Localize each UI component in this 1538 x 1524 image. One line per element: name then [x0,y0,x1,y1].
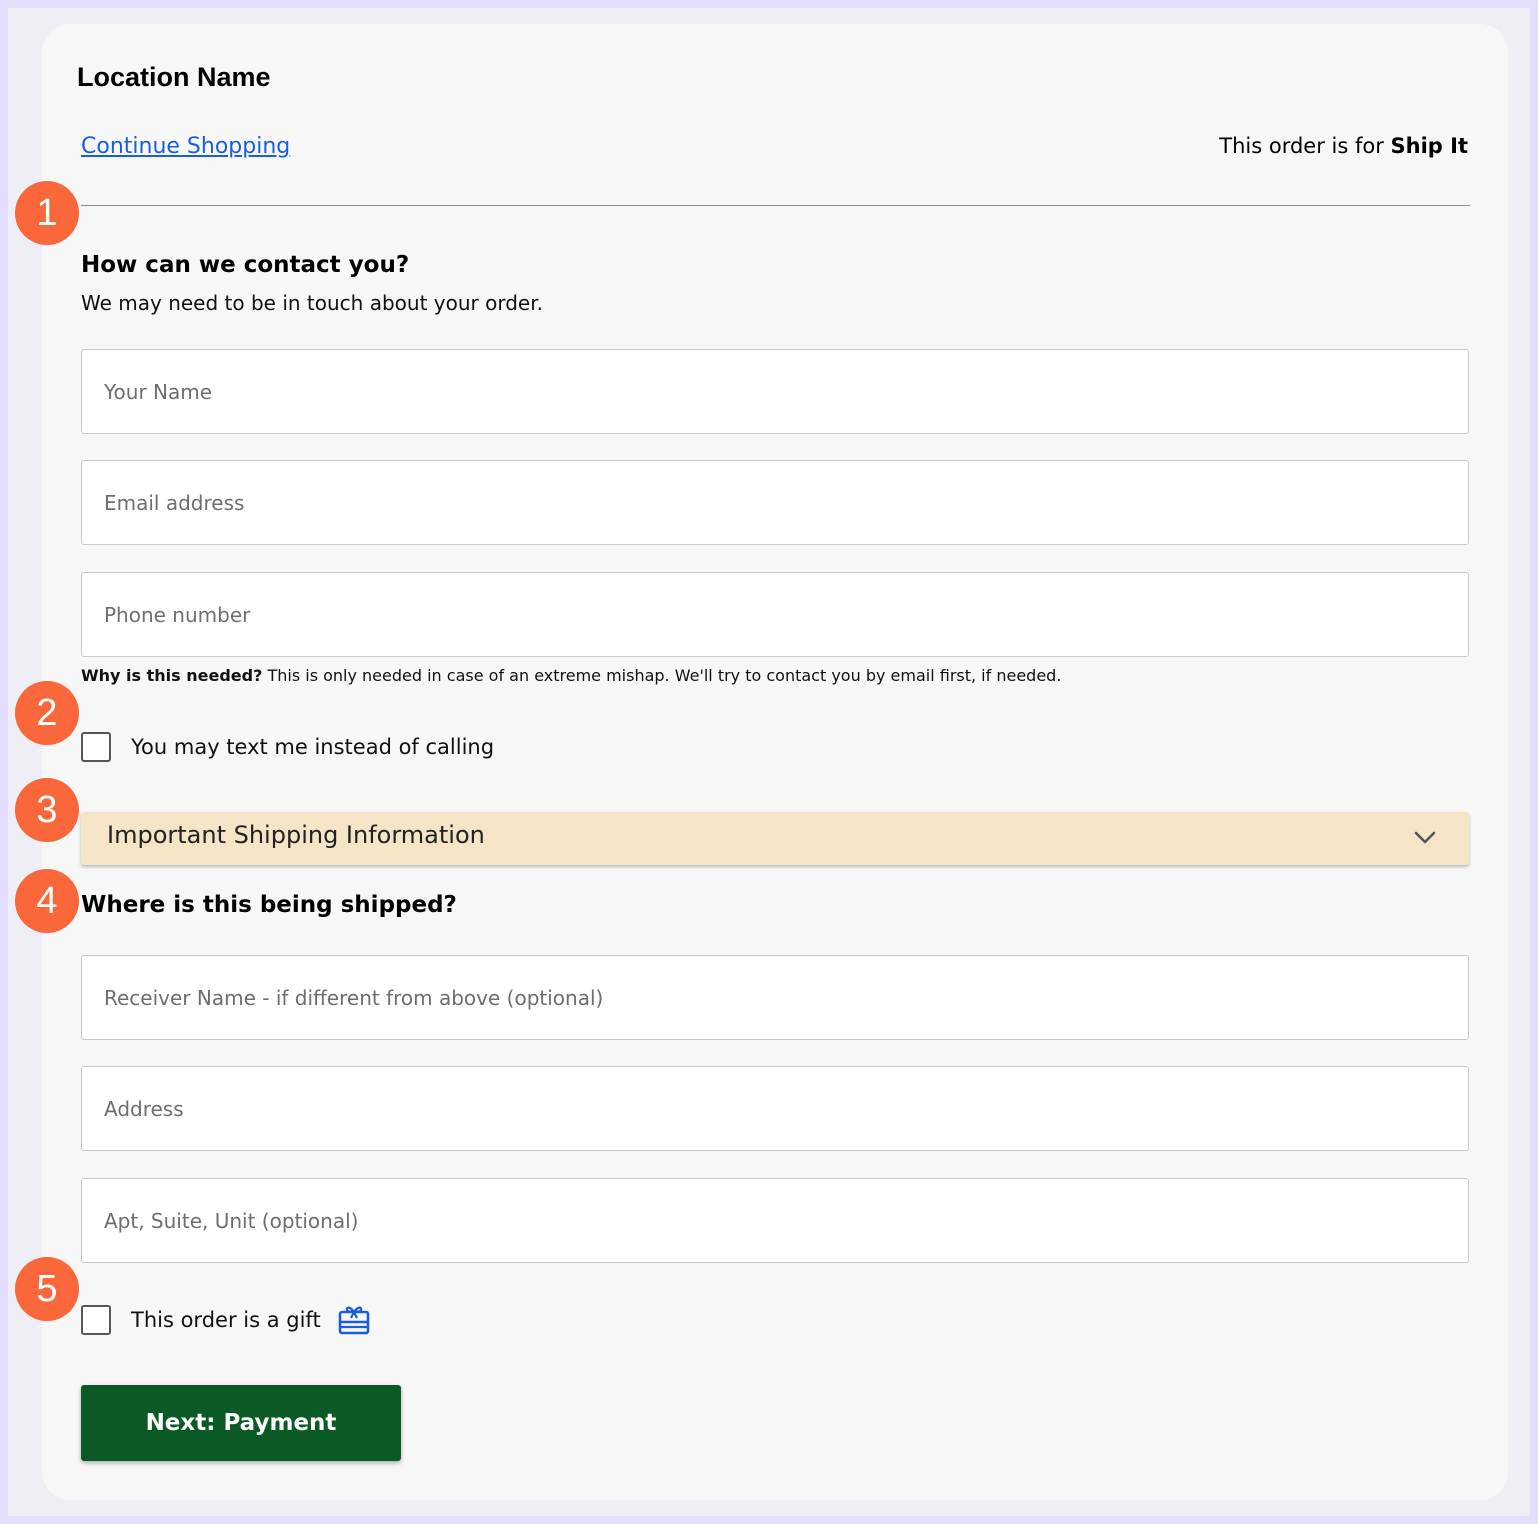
gift-label: This order is a gift [131,1308,321,1332]
shipping-section-title: Where is this being shipped? [81,892,457,918]
next-payment-button[interactable]: Next: Payment [81,1385,401,1461]
step-marker-5: 5 [15,1257,79,1321]
order-type-value: Ship It [1390,134,1468,158]
order-type-prefix: This order is for [1219,134,1391,158]
apt-input[interactable] [81,1178,1469,1263]
shipping-info-label: Important Shipping Information [107,821,485,849]
phone-hint-text: This is only needed in case of an extrem… [262,666,1062,685]
receiver-name-input[interactable] [81,955,1469,1040]
checkout-card [42,24,1508,1500]
phone-hint: Why is this needed? This is only needed … [81,666,1061,685]
chevron-down-icon[interactable] [1413,828,1437,848]
contact-section-title: How can we contact you? [81,252,410,278]
gift-card-icon [338,1306,369,1335]
address-input[interactable] [81,1066,1469,1151]
gift-checkbox[interactable] [81,1305,111,1335]
text-opt-in-checkbox[interactable] [81,732,111,762]
gift-row[interactable]: This order is a gift [81,1303,371,1337]
email-input[interactable] [81,460,1469,545]
phone-hint-bold: Why is this needed? [81,666,263,685]
step-marker-4: 4 [15,869,79,933]
step-marker-2: 2 [15,681,79,745]
shipping-info-accordion[interactable]: Important Shipping Information [81,812,1469,865]
step-marker-3: 3 [15,778,79,842]
phone-input[interactable] [81,572,1469,657]
order-type-text: This order is for Ship It [1219,134,1468,158]
step-marker-1: 1 [15,181,79,245]
contact-section-subtitle: We may need to be in touch about your or… [81,291,543,315]
header-divider [81,205,1470,206]
location-title: Location Name [77,62,271,92]
name-input[interactable] [81,349,1469,434]
text-opt-in-row[interactable]: You may text me instead of calling [81,732,494,762]
text-opt-in-label: You may text me instead of calling [131,735,495,759]
continue-shopping-link[interactable]: Continue Shopping [81,134,290,159]
